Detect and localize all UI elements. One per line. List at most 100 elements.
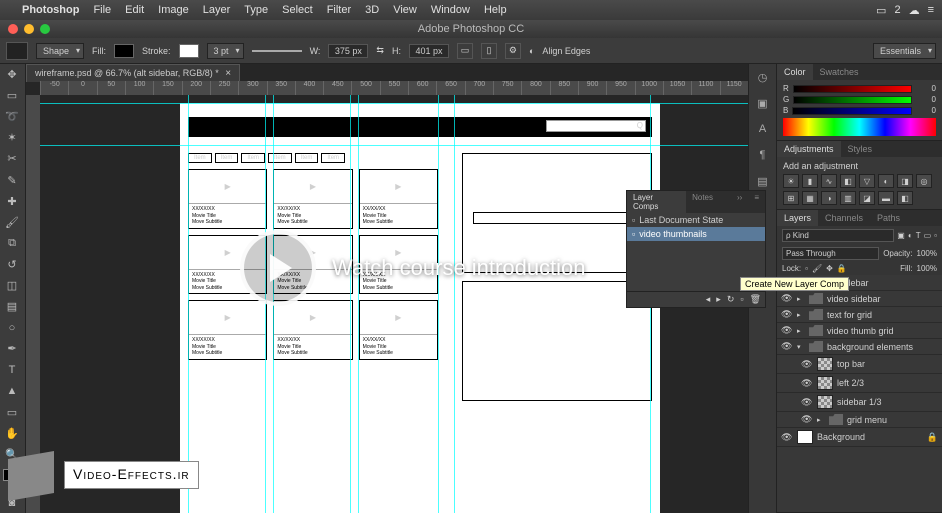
workspace-switcher[interactable]: Essentials xyxy=(873,43,936,59)
adj-posterize-icon[interactable]: ▥ xyxy=(840,191,856,205)
fill-opacity-value[interactable]: 100% xyxy=(917,264,937,273)
layer-name[interactable]: grid menu xyxy=(847,415,938,425)
comp-update-icon[interactable]: ↻ xyxy=(727,294,735,305)
marquee-tool[interactable]: ▭ xyxy=(0,85,24,106)
properties-panel-icon[interactable]: ▣ xyxy=(754,94,772,112)
layer-row[interactable]: 👁▾background elements xyxy=(777,339,942,355)
adj-invert-icon[interactable]: ◑ xyxy=(821,191,837,205)
opacity-value[interactable]: 100% xyxy=(917,249,937,258)
type-tool[interactable]: T xyxy=(0,359,24,380)
paragraph-panel-icon[interactable]: ¶ xyxy=(754,146,772,164)
menu-view[interactable]: View xyxy=(393,4,417,16)
dodge-tool[interactable]: ○ xyxy=(0,317,24,338)
layer-name[interactable]: sidebar 1/3 xyxy=(837,397,938,407)
fill-swatch[interactable] xyxy=(114,44,134,58)
eraser-tool[interactable]: ◫ xyxy=(0,275,24,296)
layer-list[interactable]: 👁▸alt sidebar👁▸video sidebar👁▸text for g… xyxy=(777,275,942,512)
adj-threshold-icon[interactable]: ◪ xyxy=(859,191,875,205)
menu-3d[interactable]: 3D xyxy=(365,4,379,16)
crop-tool[interactable]: ✂ xyxy=(0,148,24,169)
lock-transparency-icon[interactable]: ▫ xyxy=(805,264,808,273)
tab-paths[interactable]: Paths xyxy=(870,210,907,226)
adj-channel-mixer-icon[interactable]: ⊞ xyxy=(783,191,799,205)
visibility-icon[interactable]: 👁 xyxy=(801,397,813,408)
stamp-tool[interactable]: ⧉ xyxy=(0,233,24,254)
align-edges-check[interactable]: ◐ xyxy=(529,46,534,56)
layer-comps-panel-icon[interactable]: ▤ xyxy=(754,172,772,190)
panel-collapse-icon[interactable]: ›› xyxy=(731,191,748,213)
menu-filter[interactable]: Filter xyxy=(327,4,351,16)
g-value[interactable]: 0 xyxy=(916,95,936,104)
menubar-app-name[interactable]: Photoshop xyxy=(22,4,79,16)
visibility-icon[interactable]: 👁 xyxy=(781,293,793,304)
character-panel-icon[interactable]: A xyxy=(754,120,772,138)
tab-layer-comps[interactable]: Layer Comps xyxy=(627,191,686,213)
pen-tool[interactable]: ✒ xyxy=(0,338,24,359)
menu-layer[interactable]: Layer xyxy=(203,4,231,16)
healing-tool[interactable]: ✚ xyxy=(0,191,24,212)
menu-select[interactable]: Select xyxy=(282,4,313,16)
gradient-tool[interactable]: ▤ xyxy=(0,296,24,317)
adj-selective-color-icon[interactable]: ◧ xyxy=(897,191,913,205)
r-slider[interactable] xyxy=(793,85,912,93)
shape-mode-dropdown[interactable]: Shape xyxy=(36,43,84,59)
menu-type[interactable]: Type xyxy=(244,4,268,16)
document-tab-close-icon[interactable]: × xyxy=(225,68,231,79)
twisty-icon[interactable]: ▸ xyxy=(797,295,805,303)
tab-channels[interactable]: Channels xyxy=(818,210,870,226)
adj-exposure-icon[interactable]: ◧ xyxy=(840,174,856,188)
sync-icon[interactable]: ☁ xyxy=(909,4,920,17)
document-tab[interactable]: wireframe.psd @ 66.7% (alt sidebar, RGB/… xyxy=(26,64,240,82)
lock-all-icon[interactable]: 🔒 xyxy=(837,264,847,273)
comp-next-icon[interactable]: ▸ xyxy=(716,294,721,305)
color-spectrum-ramp[interactable] xyxy=(783,118,936,136)
layer-name[interactable]: top bar xyxy=(837,359,938,369)
comp-prev-icon[interactable]: ◂ xyxy=(706,294,711,305)
layer-name[interactable]: video sidebar xyxy=(827,294,938,304)
layer-comp-apply-icon[interactable]: ▫ xyxy=(632,215,635,225)
g-slider[interactable] xyxy=(793,96,912,104)
visibility-icon[interactable]: 👁 xyxy=(781,325,793,336)
layer-row[interactable]: 👁▸grid menu xyxy=(777,412,942,428)
b-value[interactable]: 0 xyxy=(916,106,936,115)
layer-row[interactable]: 👁top bar xyxy=(777,355,942,374)
lock-pixels-icon[interactable]: 🖌 xyxy=(812,264,822,273)
eyedropper-tool[interactable]: ✎ xyxy=(0,169,24,190)
comp-new-icon[interactable]: ▫ xyxy=(740,294,743,305)
tab-notes[interactable]: Notes xyxy=(686,191,719,213)
notification-count[interactable]: 2 xyxy=(894,4,900,16)
adj-hue-icon[interactable]: ◐ xyxy=(878,174,894,188)
move-tool[interactable]: ✥ xyxy=(0,64,24,85)
adj-lut-icon[interactable]: ▦ xyxy=(802,191,818,205)
layer-filter-kind[interactable]: ρ Kind xyxy=(782,229,894,242)
hand-tool[interactable]: ✋ xyxy=(0,423,24,444)
menu-edit[interactable]: Edit xyxy=(125,4,144,16)
layer-comp-apply-icon[interactable]: ▫ xyxy=(632,229,635,239)
path-align-icon[interactable]: ▭ xyxy=(457,43,473,59)
adj-bw-icon[interactable]: ◨ xyxy=(897,174,913,188)
layer-comp-row[interactable]: ▫video thumbnails xyxy=(627,227,765,241)
adj-curves-icon[interactable]: ∿ xyxy=(821,174,837,188)
lock-position-icon[interactable]: ✥ xyxy=(826,264,833,273)
comp-delete-icon[interactable]: 🗑 xyxy=(750,294,761,305)
visibility-icon[interactable]: 👁 xyxy=(781,309,793,320)
wand-tool[interactable]: ✶ xyxy=(0,127,24,148)
tab-swatches[interactable]: Swatches xyxy=(813,64,866,80)
lasso-tool[interactable]: ➰ xyxy=(0,106,24,127)
adj-gradient-map-icon[interactable]: ▬ xyxy=(878,191,894,205)
layer-name[interactable]: Background xyxy=(817,432,923,442)
layer-row[interactable]: 👁 ▸ video sidebar xyxy=(777,291,942,307)
link-wh-icon[interactable]: ⇆ xyxy=(376,45,384,56)
layer-row[interactable]: 👁 Background 🔒 xyxy=(777,428,942,447)
filter-shape-icon[interactable]: ▭ xyxy=(924,231,932,240)
filter-type-icon[interactable]: T xyxy=(916,231,921,240)
cc-badge-icon[interactable]: ▭ xyxy=(876,4,886,17)
layer-name[interactable]: left 2/3 xyxy=(837,378,938,388)
layer-name[interactable]: background elements xyxy=(827,342,938,352)
lock-icon[interactable]: 🔒 xyxy=(927,432,938,443)
visibility-icon[interactable]: 👁 xyxy=(781,432,793,443)
tab-color[interactable]: Color xyxy=(777,64,813,80)
brush-tool[interactable]: 🖌 xyxy=(0,212,24,233)
layer-row[interactable]: 👁 sidebar 1/3 xyxy=(777,393,942,412)
tab-styles[interactable]: Styles xyxy=(841,141,880,157)
